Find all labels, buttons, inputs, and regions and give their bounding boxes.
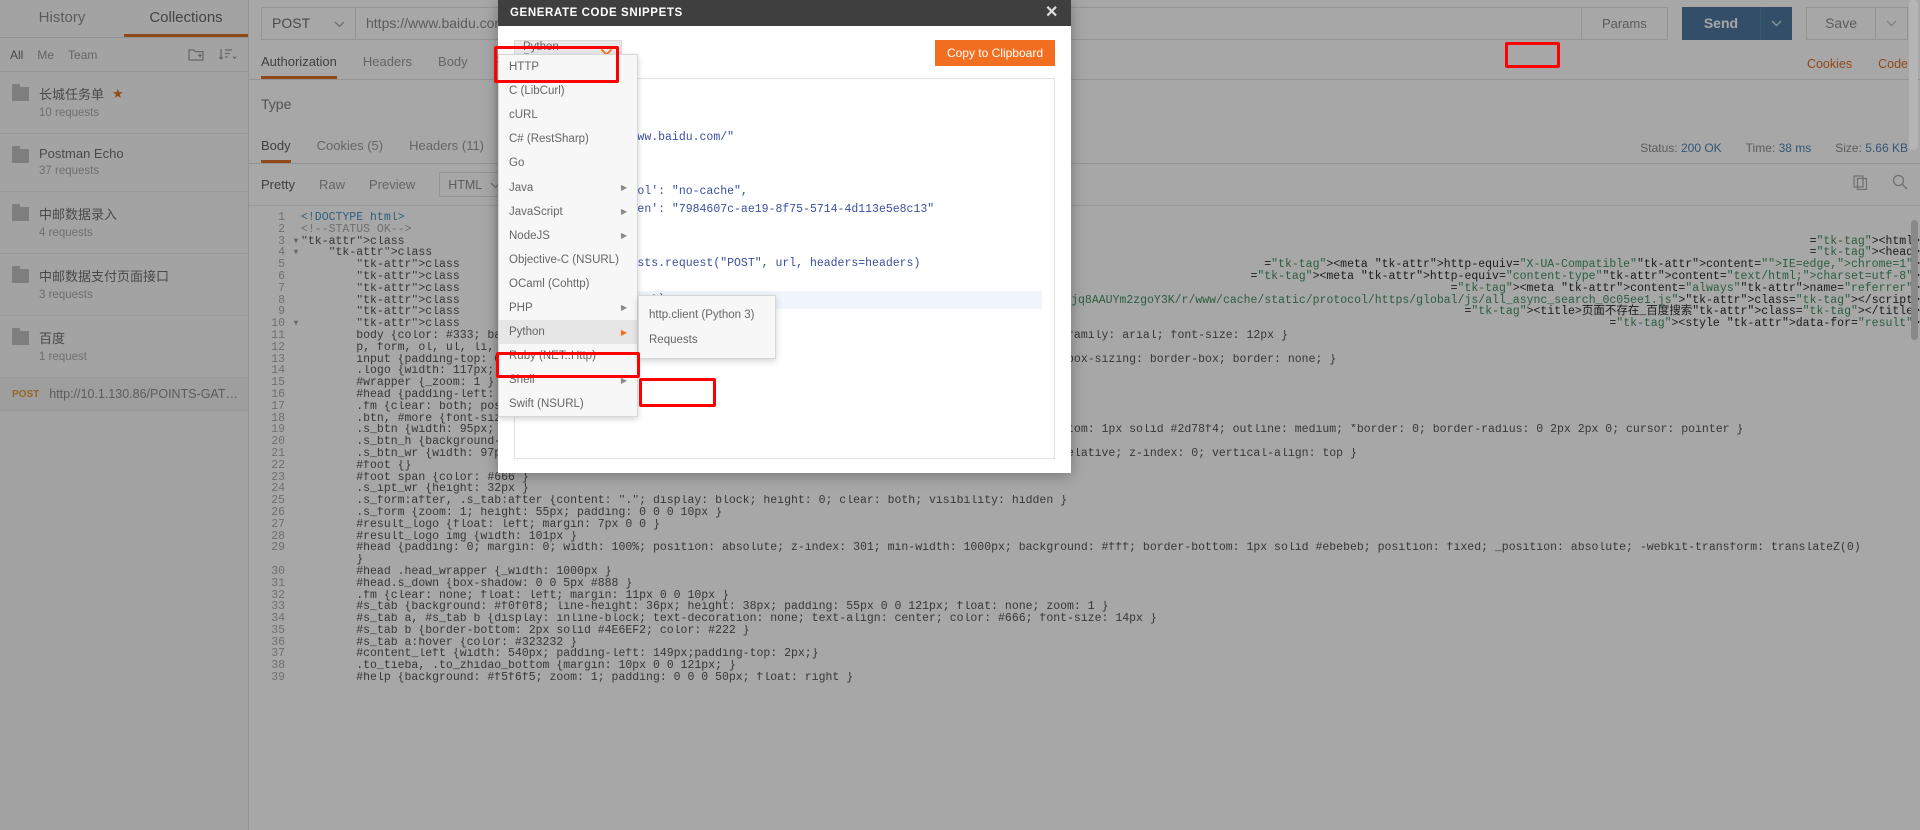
- main-scrollbar[interactable]: [1909, 0, 1918, 150]
- dropdown-item-label: OCaml (Cohttp): [509, 277, 590, 290]
- dropdown-item-label: HTTP: [509, 61, 540, 74]
- dropdown-item-label: Swift (NSURL): [509, 398, 584, 411]
- copy-to-clipboard-button[interactable]: Copy to Clipboard: [934, 40, 1055, 66]
- dropdown-item-go[interactable]: Go: [499, 151, 637, 175]
- dropdown-item-label: Ruby (NET::Http): [509, 350, 596, 363]
- dropdown-item-c-libcurl[interactable]: C (LibCurl): [499, 79, 637, 103]
- dropdown-item-label: PHP: [509, 301, 533, 314]
- dropdown-item-ruby-net-http[interactable]: Ruby (NET::Http): [499, 344, 637, 368]
- dropdown-item-http[interactable]: HTTP: [499, 55, 637, 79]
- dropdown-item-curl[interactable]: cURL: [499, 103, 637, 127]
- chevron-right-icon: ▶: [620, 327, 627, 337]
- dropdown-item-shell[interactable]: Shell ▶: [499, 368, 637, 392]
- dropdown-item-php[interactable]: PHP ▶: [499, 296, 637, 320]
- dropdown-item-label: Shell: [509, 374, 535, 387]
- submenu-item-requests[interactable]: Requests: [639, 327, 775, 352]
- chevron-right-icon: ▶: [620, 231, 627, 241]
- chevron-right-icon: ▶: [620, 303, 627, 313]
- dropdown-item-nodejs[interactable]: NodeJS ▶: [499, 224, 637, 248]
- submenu-item-label: Requests: [649, 333, 698, 346]
- dropdown-item-label: C (LibCurl): [509, 85, 565, 98]
- dropdown-item-ocaml-cohttp[interactable]: OCaml (Cohttp): [499, 272, 637, 296]
- dropdown-item-objective-c-nsurl[interactable]: Objective-C (NSURL): [499, 248, 637, 272]
- copy-button-label: Copy to Clipboard: [946, 46, 1043, 60]
- modal-title: GENERATE CODE SNIPPETS: [510, 7, 683, 19]
- dropdown-item-c-restsharp[interactable]: C# (RestSharp): [499, 127, 637, 151]
- chevron-right-icon: ▶: [620, 375, 627, 385]
- python-submenu: http.client (Python 3) Requests: [638, 295, 776, 359]
- dropdown-item-label: C# (RestSharp): [509, 133, 589, 146]
- generate-code-snippets-modal: GENERATE CODE SNIPPETS ✕ Python Requests…: [498, 0, 1071, 473]
- close-icon[interactable]: ✕: [1045, 5, 1059, 21]
- dropdown-item-label: cURL: [509, 109, 538, 122]
- dropdown-item-java[interactable]: Java ▶: [499, 175, 637, 199]
- dropdown-item-label: Python: [509, 326, 545, 339]
- dropdown-item-swift-nsurl[interactable]: Swift (NSURL): [499, 392, 637, 416]
- dropdown-item-label: Go: [509, 157, 525, 170]
- modal-body: Python Requests Copy to Clipboard import…: [498, 26, 1071, 473]
- submenu-item-http-client-python-3[interactable]: http.client (Python 3): [639, 302, 775, 327]
- dropdown-item-label: NodeJS: [509, 229, 550, 242]
- dropdown-item-label: Java: [509, 181, 534, 194]
- chevron-right-icon: ▶: [620, 183, 627, 193]
- chevron-right-icon: ▶: [620, 207, 627, 217]
- dropdown-item-python[interactable]: Python ▶: [499, 320, 637, 345]
- dropdown-item-javascript[interactable]: JavaScript ▶: [499, 200, 637, 224]
- submenu-item-label: http.client (Python 3): [649, 308, 755, 321]
- dropdown-item-label: JavaScript: [509, 205, 563, 218]
- modal-header: GENERATE CODE SNIPPETS ✕: [498, 0, 1071, 26]
- dropdown-item-label: Objective-C (NSURL): [509, 253, 619, 266]
- language-dropdown-menu: HTTP C (LibCurl) cURL C# (RestSharp) Go Java ▶…: [498, 54, 638, 418]
